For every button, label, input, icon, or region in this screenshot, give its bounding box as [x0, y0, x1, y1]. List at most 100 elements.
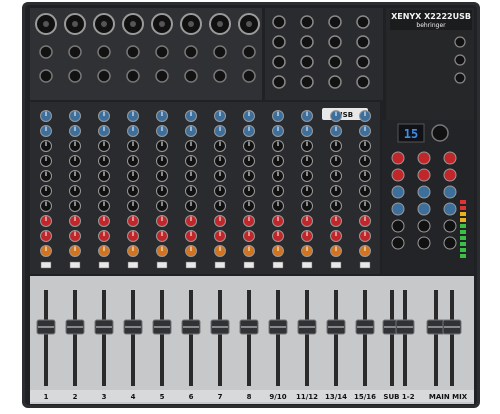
insert-jack[interactable]: [155, 69, 169, 83]
channel-button[interactable]: [359, 261, 371, 269]
channel-button[interactable]: [330, 261, 342, 269]
stereo-input-jack[interactable]: [328, 55, 342, 69]
master-knob[interactable]: [417, 236, 431, 250]
master-knob[interactable]: [417, 202, 431, 216]
channel-button[interactable]: [40, 261, 52, 269]
master-knob[interactable]: [417, 168, 431, 182]
phones-jack[interactable]: [454, 72, 466, 84]
stereo-input-jack[interactable]: [356, 15, 370, 29]
fader-slot: [334, 290, 338, 386]
channel-number-label: 7: [218, 393, 223, 401]
channel-number-label: 8: [247, 393, 252, 401]
fx-program-knob[interactable]: [431, 124, 449, 142]
insert-jack[interactable]: [97, 69, 111, 83]
channel-button[interactable]: [185, 261, 197, 269]
line-input-jack[interactable]: [126, 45, 140, 59]
main-mix-label: MAIN MIX: [429, 393, 468, 401]
master-knob[interactable]: [443, 236, 457, 250]
level-meter-led: [460, 200, 466, 204]
xlr-pin: [159, 21, 165, 27]
line-input-jack[interactable]: [184, 45, 198, 59]
insert-jack[interactable]: [126, 69, 140, 83]
stereo-input-jack[interactable]: [356, 55, 370, 69]
level-meter-led: [460, 224, 466, 228]
channel-number-label: 9/10: [269, 393, 286, 401]
channel-number-label: 3: [102, 393, 107, 401]
stereo-input-jack[interactable]: [300, 55, 314, 69]
channel-button[interactable]: [301, 261, 313, 269]
insert-jack[interactable]: [39, 69, 53, 83]
channel-button[interactable]: [272, 261, 284, 269]
channel-button[interactable]: [127, 261, 139, 269]
fader-slot: [131, 290, 135, 386]
channel-number-label: 1: [44, 393, 49, 401]
fader-slot: [189, 290, 193, 386]
line-input-jack[interactable]: [97, 45, 111, 59]
stereo-input-jack[interactable]: [272, 35, 286, 49]
master-knob[interactable]: [391, 168, 405, 182]
xlr-pin: [188, 21, 194, 27]
line-input-jack[interactable]: [68, 45, 82, 59]
master-knob[interactable]: [443, 219, 457, 233]
insert-jack[interactable]: [242, 69, 256, 83]
master-knob[interactable]: [443, 202, 457, 216]
master-knob[interactable]: [443, 185, 457, 199]
level-meter-led: [460, 212, 466, 216]
line-input-jack[interactable]: [39, 45, 53, 59]
level-meter-led: [460, 236, 466, 240]
master-knob[interactable]: [391, 236, 405, 250]
master-knob[interactable]: [391, 151, 405, 165]
xlr-pin: [43, 21, 49, 27]
master-knob[interactable]: [391, 185, 405, 199]
channel-button[interactable]: [98, 261, 110, 269]
master-knob[interactable]: [417, 185, 431, 199]
fader-slot: [390, 290, 394, 386]
insert-jack[interactable]: [184, 69, 198, 83]
line-input-jack[interactable]: [213, 45, 227, 59]
stereo-input-jack[interactable]: [272, 75, 286, 89]
line-input-jack[interactable]: [155, 45, 169, 59]
phones-jack[interactable]: [454, 54, 466, 66]
model-label: XENYX X2222USB: [391, 12, 471, 21]
stereo-input-jack[interactable]: [328, 35, 342, 49]
stereo-input-jack[interactable]: [300, 75, 314, 89]
stereo-input-jack[interactable]: [272, 55, 286, 69]
channel-button[interactable]: [214, 261, 226, 269]
stereo-input-jack[interactable]: [328, 75, 342, 89]
xlr-pin: [217, 21, 223, 27]
insert-jack[interactable]: [213, 69, 227, 83]
master-knob[interactable]: [391, 219, 405, 233]
stereo-input-jack[interactable]: [300, 15, 314, 29]
xlr-pin: [101, 21, 107, 27]
stereo-input-jack[interactable]: [356, 35, 370, 49]
stereo-input-jack[interactable]: [328, 15, 342, 29]
fader-slot: [450, 290, 454, 386]
channel-button[interactable]: [69, 261, 81, 269]
master-knob[interactable]: [443, 151, 457, 165]
level-meter-led: [460, 248, 466, 252]
master-knob[interactable]: [417, 219, 431, 233]
fader-bed: [30, 276, 474, 404]
stereo-input-jack[interactable]: [300, 35, 314, 49]
channel-number-label: 6: [189, 393, 194, 401]
master-knob[interactable]: [391, 202, 405, 216]
line-input-jack[interactable]: [242, 45, 256, 59]
channel-button[interactable]: [243, 261, 255, 269]
level-meter-led: [460, 230, 466, 234]
channel-number-label: 13/14: [325, 393, 347, 401]
level-meter-led: [460, 218, 466, 222]
master-knob[interactable]: [417, 151, 431, 165]
fader-slot: [403, 290, 407, 386]
fader-slot: [102, 290, 106, 386]
fader-slot: [276, 290, 280, 386]
stereo-input-jack[interactable]: [356, 75, 370, 89]
fader-slot: [434, 290, 438, 386]
mixer-photo: XENYX X2222USB behringer USB 15 12345678…: [0, 0, 500, 414]
phones-jack[interactable]: [454, 36, 466, 48]
channel-button[interactable]: [156, 261, 168, 269]
insert-jack[interactable]: [68, 69, 82, 83]
level-meter-led: [460, 206, 466, 210]
fader-slot: [44, 290, 48, 386]
stereo-input-jack[interactable]: [272, 15, 286, 29]
master-knob[interactable]: [443, 168, 457, 182]
